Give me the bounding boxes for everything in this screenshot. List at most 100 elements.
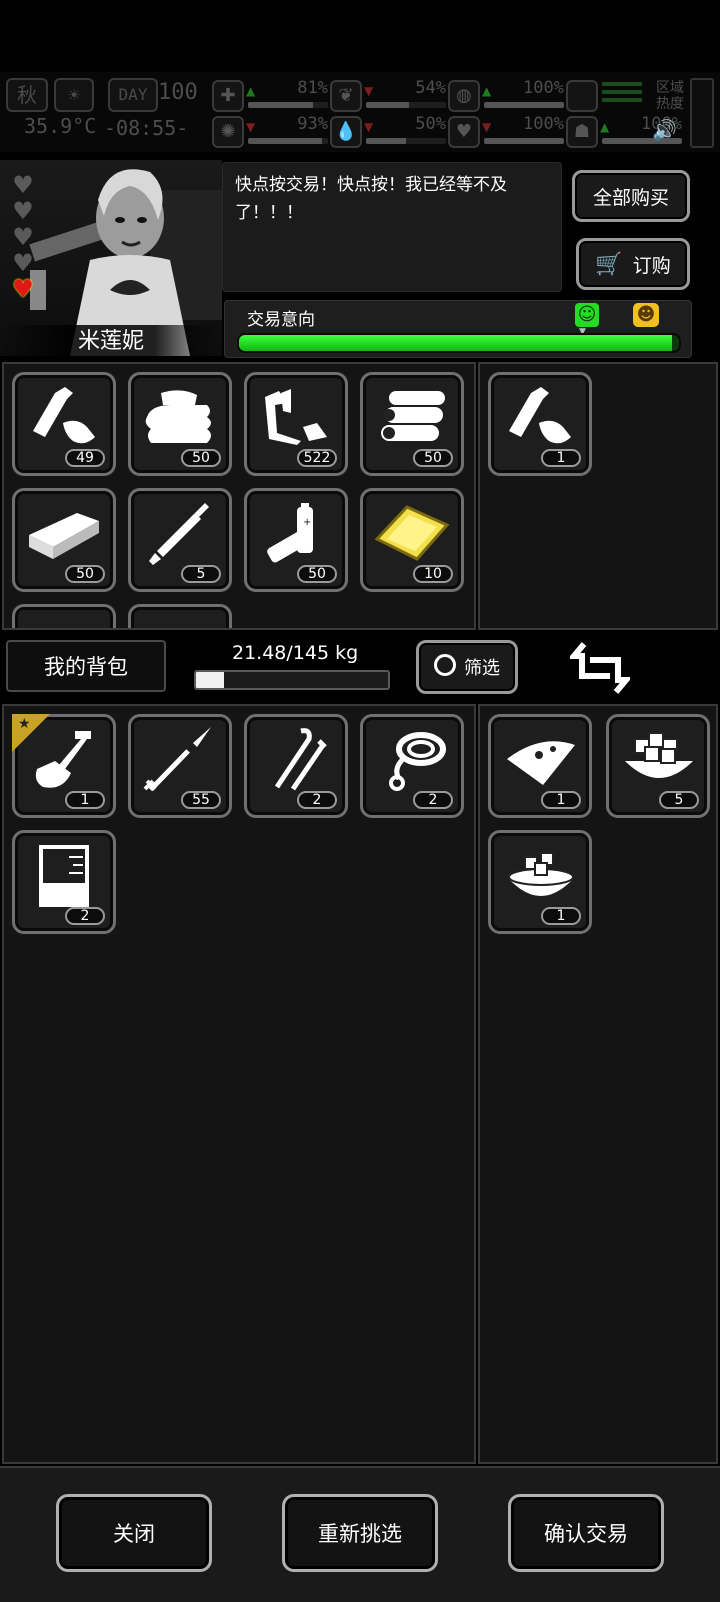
status-bar: 秋 ☀ DAY 100 35.9°C -08:55- ✚ ▲ 81% ❦ ▼ 54% ◍ ▲ 1… <box>0 72 720 152</box>
reselect-button[interactable]: 重新挑选 <box>282 1494 438 1572</box>
status-bar-meter <box>484 138 564 144</box>
item-count: 1 <box>541 449 581 467</box>
trader-offer-panel[interactable]: 1 <box>478 362 718 630</box>
item-slot[interactable]: 49 <box>12 372 116 476</box>
weight-bar <box>194 670 390 690</box>
scrap-metal-icon <box>265 389 327 445</box>
item-slot[interactable]: 50 <box>128 372 232 476</box>
mood-meter <box>566 78 646 112</box>
item-slot[interactable]: 50 <box>360 372 464 476</box>
bottom-action-bar: 关闭 重新挑选 确认交易 <box>0 1466 720 1602</box>
heart-empty-icon: ♥ <box>12 249 34 277</box>
item-slot[interactable]: 522 <box>244 372 348 476</box>
item-count: 5 <box>659 791 699 809</box>
filter-label: 筛选 <box>464 658 500 679</box>
backpack-label: 我的背包 <box>44 655 128 679</box>
day-number: 100 <box>158 80 198 105</box>
item-count: 2 <box>65 907 105 925</box>
shopping-cart-icon: 🛒 <box>595 251 623 277</box>
trader-inventory-panel[interactable]: 49 50 522 50 50 5 +50 10 <box>2 362 476 630</box>
gold-plate-icon <box>374 505 450 561</box>
item-slot[interactable]: 5 <box>606 714 710 818</box>
trade-intent-bar <box>237 333 681 353</box>
weight-fill <box>196 672 225 688</box>
logs-icon <box>381 391 445 441</box>
item-count: 1 <box>541 791 581 809</box>
item-slot[interactable]: 1 <box>488 714 592 818</box>
status-indicator: ✺ ▼ 93% <box>212 114 330 148</box>
trader-dialog: 快点按交易！快点按！我已经等不及了！！！ <box>222 162 562 292</box>
filter-button[interactable]: 筛选 <box>416 640 518 694</box>
dialog-text: 快点按交易！快点按！我已经等不及了！！！ <box>235 175 507 223</box>
item-slot[interactable]: 2 <box>360 714 464 818</box>
arrow-down-icon: ▼ <box>364 120 374 134</box>
arrow-up-icon: ▲ <box>600 120 610 134</box>
status-indicator: ♥ ▼ 100% <box>448 114 566 148</box>
item-count: 50 <box>181 449 221 467</box>
favorite-star-icon: ★ <box>12 714 50 752</box>
confirm-label: 确认交易 <box>544 1522 628 1546</box>
item-slot[interactable]: 10 <box>360 488 464 592</box>
cloth-icon <box>145 390 211 443</box>
stomach-icon: ❦ <box>330 80 362 112</box>
arrow-down-icon: ▼ <box>482 120 492 134</box>
heart-icon: ♥ <box>448 116 480 148</box>
item-count: 1 <box>541 907 581 925</box>
brain-icon: ✺ <box>212 116 244 148</box>
item-count: 2 <box>297 791 337 809</box>
food-bowl-icon <box>508 852 574 896</box>
item-slot[interactable]: 55 <box>128 714 232 818</box>
pizza-slice-icon <box>507 741 575 785</box>
close-label: 关闭 <box>113 1522 155 1546</box>
status-indicator: ❦ ▼ 54% <box>330 78 448 112</box>
region-heat-meter <box>690 78 714 148</box>
beaker-icon <box>39 845 89 907</box>
item-slot[interactable]: 1 <box>488 830 592 934</box>
heart-empty-icon: ♥ <box>12 223 34 251</box>
trader-portrait: ♥ ♥ ♥ ♥ ♥ 米莲妮 <box>0 160 222 356</box>
syringe-icon <box>149 503 209 565</box>
status-indicator: ✚ ▲ 81% <box>212 78 330 112</box>
order-button[interactable]: 🛒 订购 <box>576 238 690 290</box>
confirm-trade-button[interactable]: 确认交易 <box>508 1494 664 1572</box>
item-count: 50 <box>65 565 105 583</box>
trade-intent-fill <box>239 335 673 351</box>
heart-empty-icon: ♥ <box>12 171 34 199</box>
speaker-icon[interactable]: 🔊 <box>652 118 677 142</box>
item-count: 522 <box>297 449 337 467</box>
item-slot[interactable]: +50 <box>244 488 348 592</box>
plastic-bottle-icon <box>509 387 571 444</box>
arrow-up-icon: ▲ <box>246 84 256 98</box>
mood-icon: ☗ <box>566 116 598 148</box>
buy-all-label: 全部购买 <box>592 186 669 209</box>
sun-icon: ☀ <box>54 78 94 112</box>
item-slot[interactable]: 1 ★ <box>12 714 116 818</box>
status-indicator: 💧 ▼ 50% <box>330 114 448 148</box>
item-count: 5 <box>181 565 221 583</box>
swap-arrows-icon[interactable] <box>570 638 630 698</box>
item-count: 2 <box>413 791 453 809</box>
item-slot[interactable]: 2 <box>244 714 348 818</box>
season-badge: 秋 <box>6 78 48 112</box>
buy-all-button[interactable]: 全部购买 <box>572 170 690 222</box>
item-slot-partial[interactable] <box>128 604 232 628</box>
item-slot[interactable]: 5 <box>128 488 232 592</box>
backpack-tab[interactable]: 我的背包 <box>6 640 166 692</box>
battery-icon: + <box>267 503 313 563</box>
item-slot[interactable]: 2 <box>12 830 116 934</box>
item-slot-partial[interactable] <box>12 604 116 628</box>
first-aid-icon: ✚ <box>212 80 244 112</box>
item-slot[interactable]: 50 <box>12 488 116 592</box>
my-offer-panel[interactable]: 1 5 1 <box>478 704 718 1464</box>
close-button[interactable]: 关闭 <box>56 1494 212 1572</box>
status-bar-meter <box>248 138 328 144</box>
weight-readout: 21.48/145 kg <box>232 642 359 664</box>
item-slot[interactable]: 1 <box>488 372 592 476</box>
day-label: DAY <box>118 85 148 104</box>
trade-intent-label: 交易意向 <box>247 310 315 330</box>
svg-text:+: + <box>303 517 311 528</box>
lockpick-icon <box>274 728 327 791</box>
grinning-face-icon: ☻ <box>633 303 659 327</box>
my-inventory-panel[interactable]: 1 ★ 55 2 2 2 <box>2 704 476 1464</box>
item-count: 50 <box>297 565 337 583</box>
